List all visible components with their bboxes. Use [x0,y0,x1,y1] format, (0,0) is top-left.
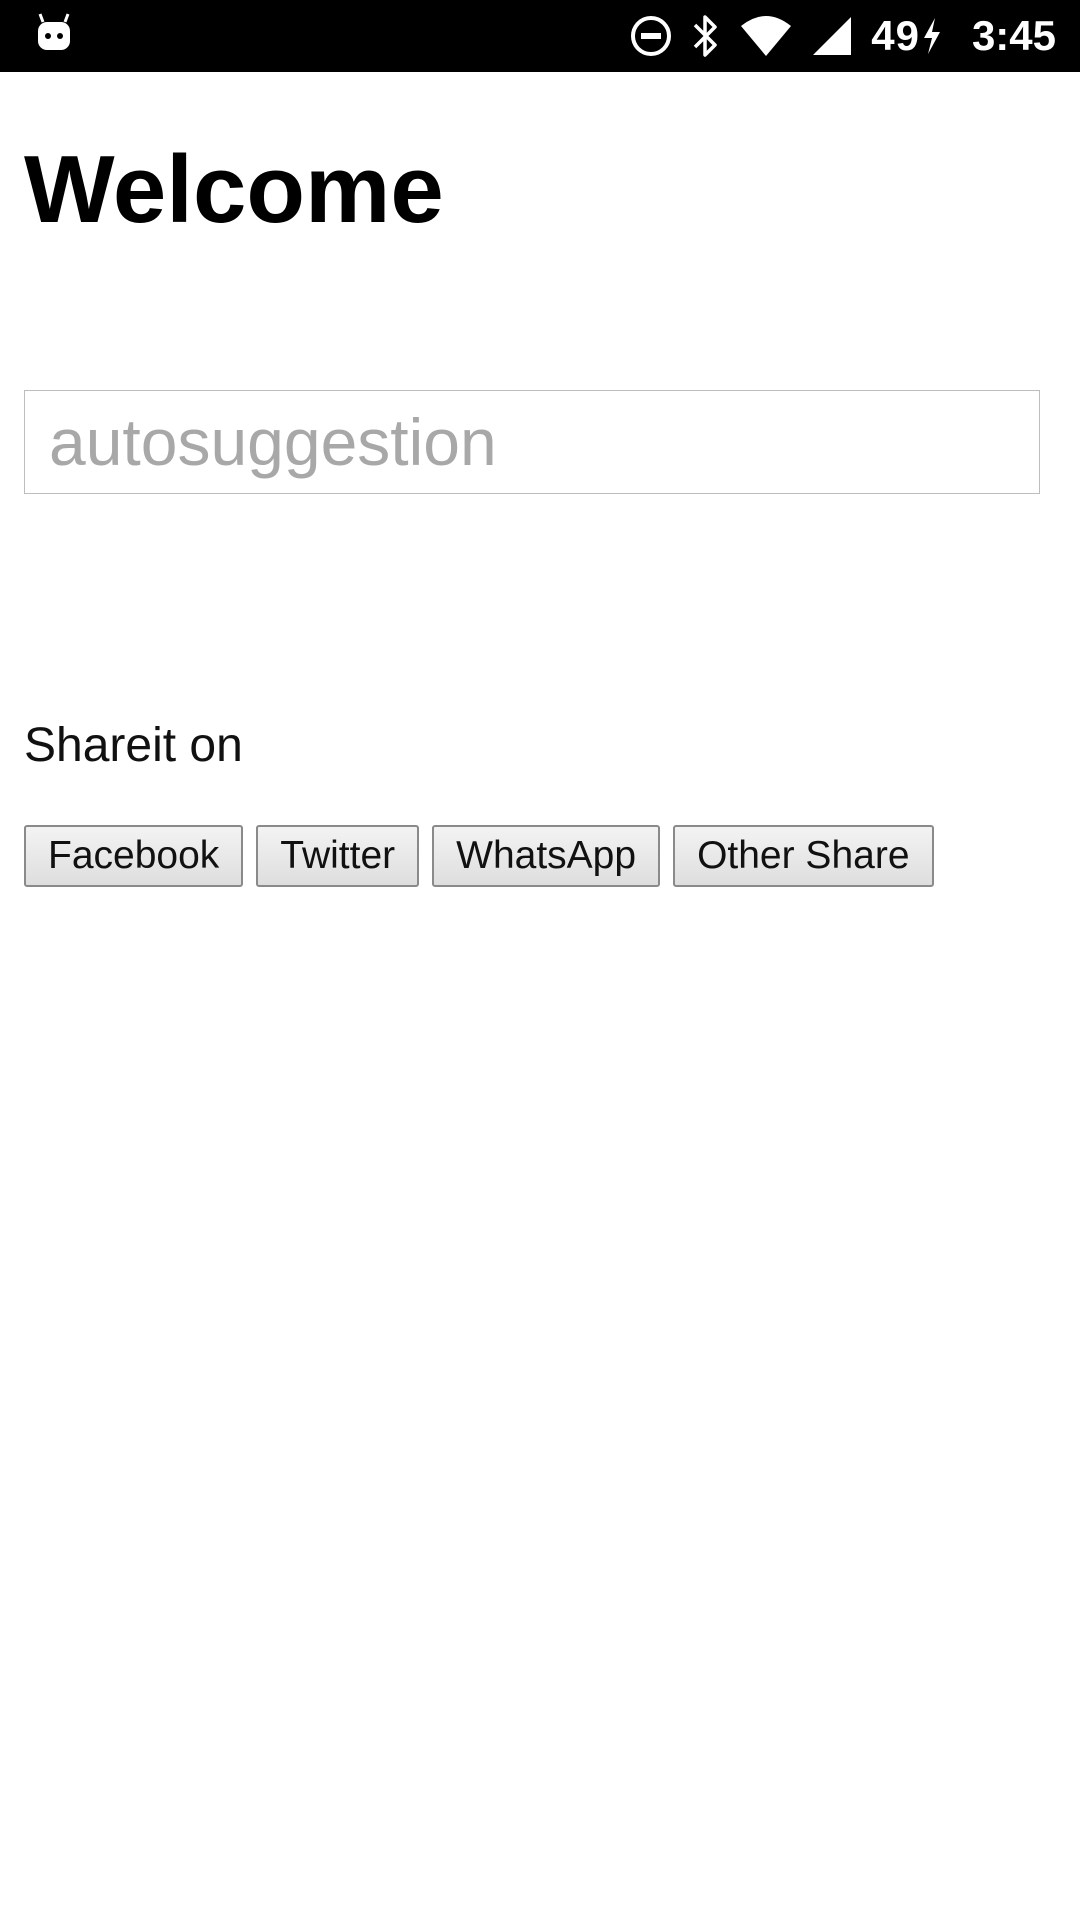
cellular-signal-icon [811,15,853,57]
share-button-row: Facebook Twitter WhatsApp Other Share [24,825,934,887]
status-clock: 3:45 [971,12,1056,59]
autosuggestion-input[interactable] [25,391,1039,493]
bluetooth-icon [691,13,721,59]
autosuggestion-field[interactable] [24,390,1040,494]
status-bar: 49 3:45 [0,0,1080,72]
charging-bolt-icon [922,16,942,56]
battery-level: 49 [871,12,920,59]
do-not-disturb-icon [629,14,673,58]
android-notification-icon [34,12,74,56]
share-label: Shareit on [24,719,243,772]
page-title: Welcome [24,136,444,243]
other-share-button[interactable]: Other Share [673,825,934,887]
facebook-share-button[interactable]: Facebook [24,825,244,887]
twitter-share-button[interactable]: Twitter [256,825,420,887]
wifi-icon [739,14,793,58]
whatsapp-share-button[interactable]: WhatsApp [432,825,661,887]
